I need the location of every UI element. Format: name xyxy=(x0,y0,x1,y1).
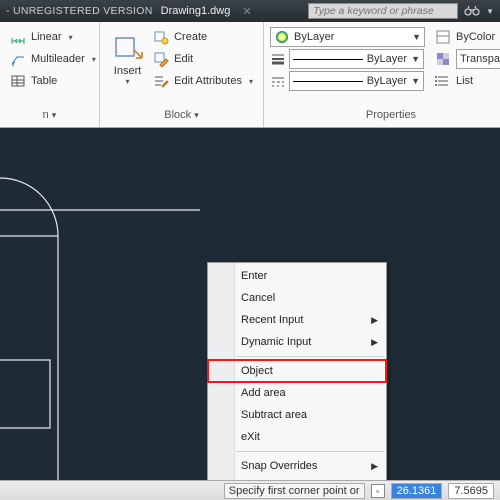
edit-attributes-icon xyxy=(153,73,169,89)
table-icon xyxy=(10,73,26,89)
linear-dimension-button[interactable]: Linear▾ xyxy=(6,26,93,48)
edit-attributes-button[interactable]: Edit Attributes▾ xyxy=(149,70,257,92)
close-tab-icon[interactable]: ✕ xyxy=(242,5,251,18)
dropdown-icon[interactable]: ▼ xyxy=(486,7,494,16)
lineweight-combo[interactable]: ByLayer▼ xyxy=(289,49,424,69)
menu-add-area[interactable]: Add area xyxy=(208,382,386,404)
linetype-icon xyxy=(270,73,286,89)
lineweight-icon xyxy=(270,51,286,67)
panel-title-annotate[interactable]: n▾ xyxy=(6,109,93,127)
multileader-icon xyxy=(10,51,26,67)
insert-block-icon xyxy=(112,32,144,64)
transparency-button[interactable]: Transpa xyxy=(431,48,500,70)
ribbon: Linear▾ Multileader▾ Table n▾ Insert ▾ xyxy=(0,22,500,128)
menu-snap-overrides[interactable]: Snap Overrides▶ xyxy=(208,455,386,477)
table-button[interactable]: Table xyxy=(6,70,93,92)
coord-x[interactable]: 26.1361 xyxy=(391,483,443,499)
linetype-combo[interactable]: ByLayer▼ xyxy=(289,71,424,91)
list-button[interactable]: List xyxy=(431,70,500,92)
context-menu: Enter Cancel Recent Input▶ Dynamic Input… xyxy=(207,262,387,480)
command-prompt: Specify first corner point or xyxy=(224,483,365,499)
coord-y[interactable]: 7.5695 xyxy=(448,483,494,499)
menu-cancel[interactable]: Cancel xyxy=(208,287,386,309)
create-block-button[interactable]: Create xyxy=(149,26,257,48)
menu-object[interactable]: Object xyxy=(208,360,386,382)
menu-subtract-area[interactable]: Subtract area xyxy=(208,404,386,426)
drawing-canvas[interactable]: Enter Cancel Recent Input▶ Dynamic Input… xyxy=(0,128,500,480)
list-icon xyxy=(435,73,451,89)
transparency-icon xyxy=(435,51,451,67)
unregistered-label: - UNREGISTERED VERSION xyxy=(6,5,153,17)
menu-enter[interactable]: Enter xyxy=(208,265,386,287)
binoculars-icon[interactable] xyxy=(464,3,480,19)
menu-exit[interactable]: eXit xyxy=(208,426,386,448)
bycolor-button[interactable]: ByColor xyxy=(431,26,500,48)
insert-block-button[interactable]: Insert ▾ xyxy=(106,26,149,92)
title-bar: - UNREGISTERED VERSION Drawing1.dwg ✕ ▼ xyxy=(0,0,500,22)
create-block-icon xyxy=(153,29,169,45)
menu-recent-input[interactable]: Recent Input▶ xyxy=(208,309,386,331)
linear-dimension-icon xyxy=(10,29,26,45)
status-bar: Specify first corner point or ▫ 26.1361 … xyxy=(0,480,500,500)
dynamic-input-toggle[interactable]: ▫ xyxy=(371,484,385,498)
infocenter-search-input[interactable] xyxy=(308,3,458,19)
bylayer-color-icon xyxy=(274,29,290,45)
plotstyle-icon xyxy=(435,29,451,45)
menu-dynamic-input[interactable]: Dynamic Input▶ xyxy=(208,331,386,353)
edit-block-icon xyxy=(153,51,169,67)
drawing-tab[interactable]: Drawing1.dwg xyxy=(161,5,231,17)
edit-block-button[interactable]: Edit xyxy=(149,48,257,70)
panel-title-properties[interactable]: Properties xyxy=(270,109,500,127)
multileader-button[interactable]: Multileader▾ xyxy=(6,48,93,70)
panel-title-block[interactable]: Block▾ xyxy=(106,109,257,127)
color-combo[interactable]: ByLayer ▼ xyxy=(270,27,425,47)
